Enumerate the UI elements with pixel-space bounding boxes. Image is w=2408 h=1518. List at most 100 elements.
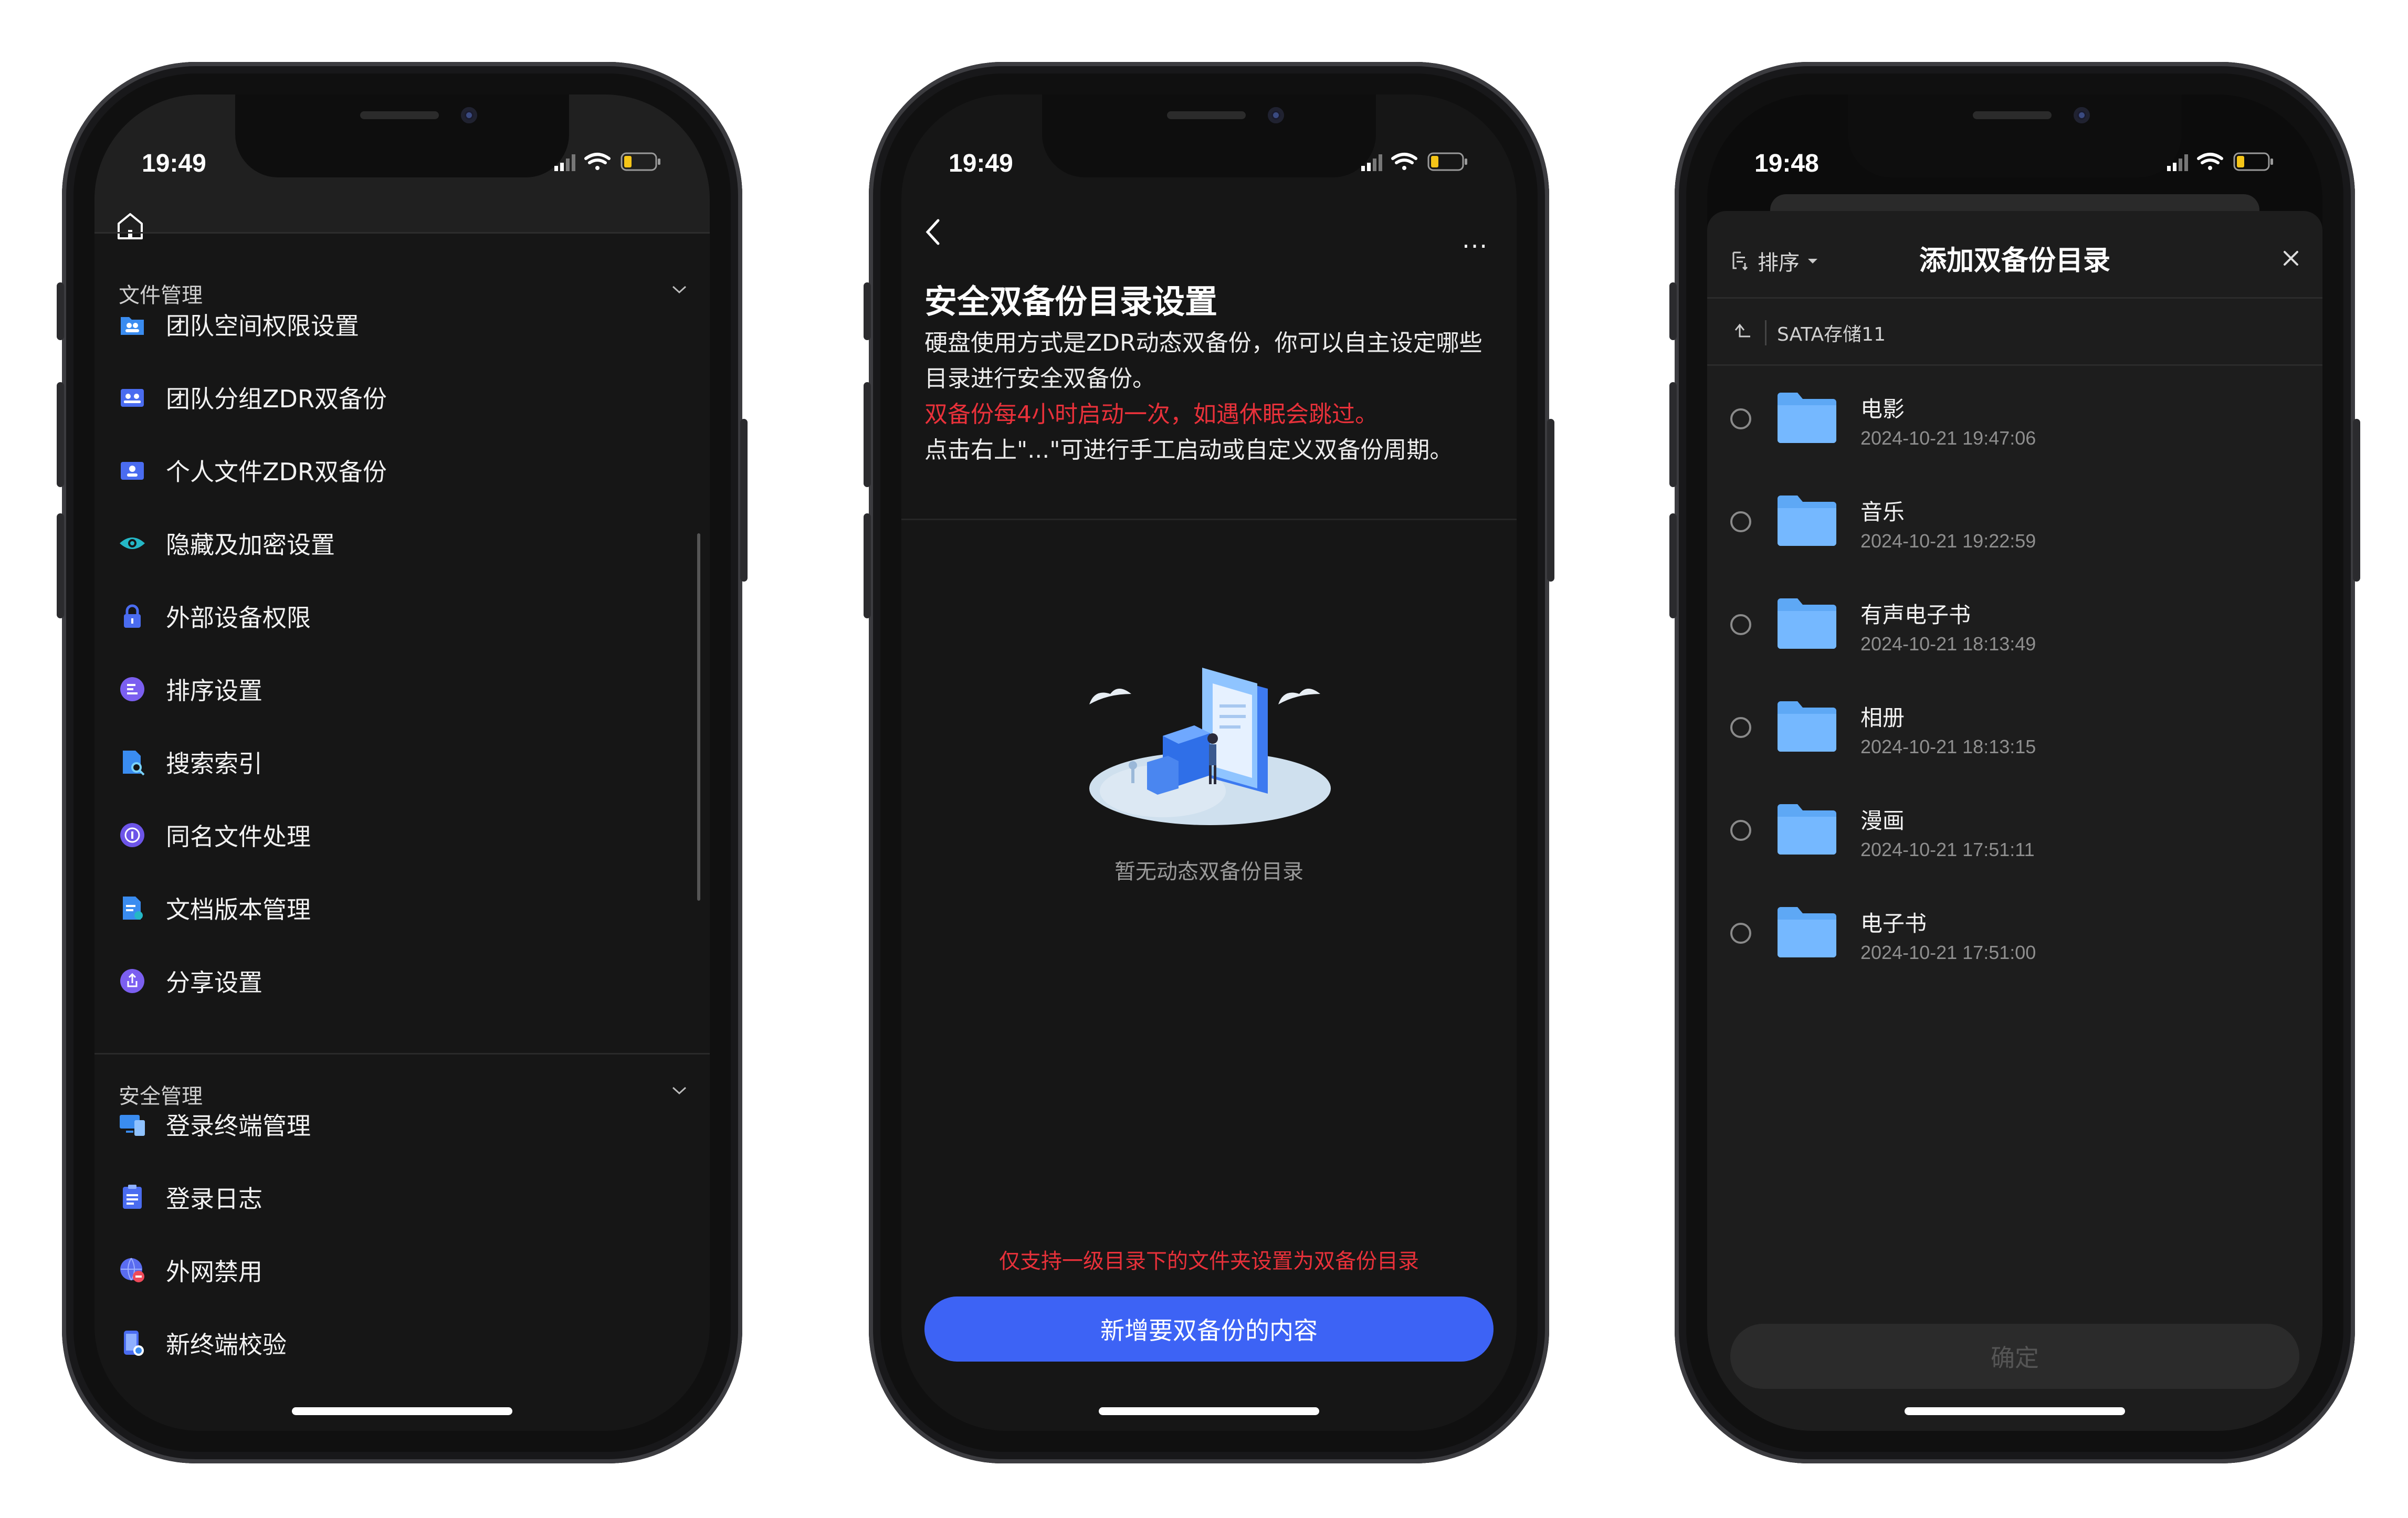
devices-icon bbox=[119, 1111, 146, 1138]
duplicate-icon bbox=[119, 821, 146, 849]
breadcrumb: SATA存储11 bbox=[1728, 319, 1886, 346]
wifi-icon bbox=[2197, 153, 2223, 170]
chevron-down-icon[interactable] bbox=[671, 284, 688, 297]
folder-icon bbox=[1775, 802, 1838, 859]
phone-frame-1: 19:49 文件管理 团队空间权限设置 团队分组ZDR双备份 个人文件ZDR双备… bbox=[57, 62, 748, 1463]
globe-block-icon bbox=[119, 1257, 146, 1284]
menu-item-external-device[interactable]: 外部设备权限 bbox=[119, 595, 311, 637]
eye-icon bbox=[119, 530, 146, 557]
menu-item-external-network[interactable]: 外网禁用 bbox=[119, 1249, 262, 1291]
folder-date: 2024-10-21 18:13:15 bbox=[1860, 736, 2036, 757]
status-icons bbox=[554, 150, 665, 175]
menu-item-hide-encrypt[interactable]: 隐藏及加密设置 bbox=[119, 522, 335, 564]
list-item[interactable]: 漫画 2024-10-21 17:51:11 bbox=[1707, 781, 2322, 884]
scrollbar[interactable] bbox=[697, 533, 700, 901]
menu-item-sort[interactable]: 排序设置 bbox=[119, 668, 262, 710]
menu-item-version[interactable]: 文档版本管理 bbox=[119, 887, 311, 929]
list-item[interactable]: 音乐 2024-10-21 19:22:59 bbox=[1707, 472, 2322, 575]
menu-item-share[interactable]: 分享设置 bbox=[119, 960, 262, 1002]
folder-icon bbox=[1775, 391, 1838, 447]
radio-button[interactable] bbox=[1730, 923, 1751, 944]
settings-screen: 19:49 文件管理 团队空间权限设置 团队分组ZDR双备份 个人文件ZDR双备… bbox=[94, 94, 710, 1431]
folder-date: 2024-10-21 17:51:11 bbox=[1860, 839, 2035, 860]
status-time: 19:49 bbox=[142, 150, 206, 177]
description: 硬盘使用方式是ZDR动态双备份，你可以自主设定哪些目录进行安全双备份。 双备份每… bbox=[924, 325, 1497, 468]
list-item[interactable]: 相册 2024-10-21 18:13:15 bbox=[1707, 678, 2322, 781]
add-backup-button[interactable]: 新增要双备份的内容 bbox=[924, 1296, 1494, 1362]
radio-button[interactable] bbox=[1730, 614, 1751, 635]
sort-icon bbox=[119, 676, 146, 703]
radio-button[interactable] bbox=[1730, 717, 1751, 738]
list-item[interactable]: 电子书 2024-10-21 17:51:00 bbox=[1707, 884, 2322, 987]
wifi-icon bbox=[584, 153, 611, 170]
desc-text-1: 硬盘使用方式是ZDR动态双备份，你可以自主设定哪些目录进行安全双备份。 bbox=[924, 330, 1482, 392]
log-icon bbox=[119, 1184, 146, 1211]
radio-button[interactable] bbox=[1730, 408, 1751, 429]
phone-frame-2: 19:49 ··· 安全双备份目录设置 硬盘使用方式是ZDR动态双备份，你可以自… bbox=[864, 62, 1554, 1463]
wifi-icon bbox=[1391, 153, 1417, 170]
menu-item-search-index[interactable]: 搜索索引 bbox=[119, 741, 262, 783]
status-icons bbox=[2167, 150, 2277, 175]
status-time: 19:48 bbox=[1754, 150, 1819, 177]
home-indicator[interactable] bbox=[1905, 1407, 2125, 1415]
menu-item-devices[interactable]: 登录终端管理 bbox=[119, 1103, 311, 1145]
menu-item-login-log[interactable]: 登录日志 bbox=[119, 1176, 262, 1218]
folder-name: 音乐 bbox=[1860, 499, 1905, 525]
list-item[interactable]: 电影 2024-10-21 19:47:06 bbox=[1707, 370, 2322, 472]
team-folder-icon bbox=[119, 311, 146, 338]
home-icon[interactable] bbox=[113, 209, 147, 245]
back-chevron-icon[interactable] bbox=[920, 216, 947, 250]
desc-text-2: 点击右上"..."可进行手工启动或自定义双备份周期。 bbox=[924, 437, 1453, 463]
version-icon bbox=[119, 894, 146, 922]
folder-icon bbox=[1775, 699, 1838, 756]
folder-icon bbox=[1775, 596, 1838, 653]
radio-button[interactable] bbox=[1730, 820, 1751, 841]
folder-name: 相册 bbox=[1860, 705, 1905, 731]
confirm-button[interactable]: 确定 bbox=[1730, 1324, 2299, 1389]
list-item[interactable]: 有声电子书 2024-10-21 18:13:49 bbox=[1707, 575, 2322, 678]
radio-button[interactable] bbox=[1730, 511, 1751, 532]
share-icon bbox=[119, 967, 146, 995]
page-title: 安全双备份目录设置 bbox=[924, 282, 1218, 321]
menu-item-duplicate-name[interactable]: 同名文件处理 bbox=[119, 814, 311, 856]
up-directory-icon[interactable] bbox=[1728, 320, 1754, 346]
sheet-title: 添加双备份目录 bbox=[1919, 245, 2110, 277]
group-backup-icon bbox=[119, 384, 146, 411]
home-indicator[interactable] bbox=[1099, 1407, 1319, 1415]
battery-icon bbox=[1427, 152, 1467, 171]
menu-item-new-terminal[interactable]: 新终端校验 bbox=[119, 1322, 287, 1364]
menu-item-team-permission[interactable]: 团队空间权限设置 bbox=[119, 303, 359, 345]
more-icon[interactable]: ··· bbox=[1462, 232, 1488, 260]
empty-state-illustration bbox=[1084, 657, 1336, 832]
search-doc-icon bbox=[119, 749, 146, 776]
signal-icon bbox=[554, 154, 575, 171]
phone-check-icon bbox=[119, 1330, 146, 1357]
home-indicator[interactable] bbox=[292, 1407, 512, 1415]
folder-icon bbox=[1775, 493, 1838, 550]
folder-name: 电子书 bbox=[1860, 911, 1927, 936]
close-icon[interactable] bbox=[2278, 246, 2304, 273]
battery-icon bbox=[621, 152, 660, 171]
personal-backup-icon bbox=[119, 457, 146, 484]
battery-icon bbox=[2233, 152, 2273, 171]
folder-name: 漫画 bbox=[1860, 808, 1905, 834]
desc-warning: 双备份每4小时启动一次，如遇休眠会跳过。 bbox=[924, 401, 1378, 428]
folder-name: 电影 bbox=[1860, 396, 1905, 422]
signal-icon bbox=[1361, 154, 1382, 171]
menu-item-personal-backup[interactable]: 个人文件ZDR双备份 bbox=[119, 449, 387, 491]
signal-icon bbox=[2167, 154, 2188, 171]
restriction-note: 仅支持一级目录下的文件夹设置为双备份目录 bbox=[999, 1249, 1419, 1273]
folder-date: 2024-10-21 19:22:59 bbox=[1860, 530, 2036, 552]
bottom-sheet: 排序 添加双备份目录 SATA存储11 电影 2024-10-21 19:47:… bbox=[1707, 211, 2322, 1431]
breadcrumb-path: SATA存储11 bbox=[1777, 324, 1886, 345]
menu-item-group-backup[interactable]: 团队分组ZDR双备份 bbox=[119, 376, 387, 418]
folder-name: 有声电子书 bbox=[1860, 602, 1971, 628]
folder-icon bbox=[1775, 905, 1838, 962]
phone-frame-3: 19:48 排序 添加双备份目录 SATA存储11 电影 2024-10-21 … bbox=[1669, 62, 2360, 1463]
empty-state-text: 暂无动态双备份目录 bbox=[1114, 860, 1303, 884]
folder-date: 2024-10-21 18:13:49 bbox=[1860, 633, 2036, 655]
chevron-down-icon[interactable] bbox=[671, 1085, 688, 1098]
status-icons bbox=[1361, 150, 1471, 175]
backup-settings-screen: 19:49 ··· 安全双备份目录设置 硬盘使用方式是ZDR动态双备份，你可以自… bbox=[901, 94, 1517, 1431]
lock-icon bbox=[119, 603, 146, 630]
